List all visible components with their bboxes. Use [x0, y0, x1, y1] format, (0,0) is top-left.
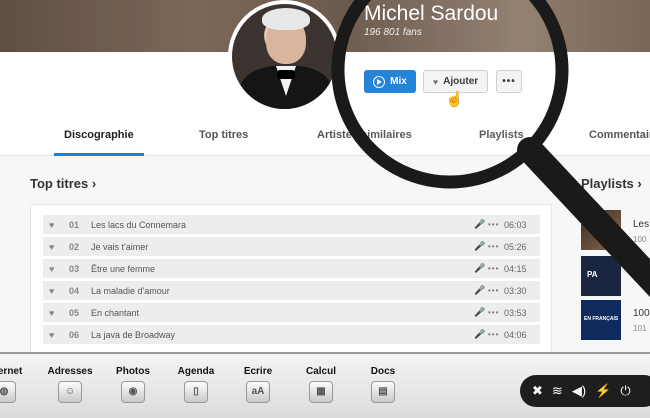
playlists-heading[interactable]: Playlists › — [581, 176, 642, 191]
track-row[interactable]: ♥ 03 Être une femme 🎤 ••• 04:15 — [43, 259, 540, 278]
text-icon: aA — [246, 381, 270, 403]
top-titles-list: ♥ 01 Les lacs du Connemara 🎤 ••• 06:03 ♥… — [30, 204, 552, 356]
camera-icon: ◉ — [121, 381, 145, 403]
track-title[interactable]: La java de Broadway — [91, 330, 474, 340]
taskbar-label: Agenda — [177, 366, 215, 377]
battery-charging-icon[interactable]: ⚡ — [595, 383, 611, 399]
heart-icon[interactable]: ♥ — [49, 264, 63, 274]
lyrics-mic-icon[interactable]: 🎤 — [474, 219, 488, 230]
track-row[interactable]: ♥ 01 Les lacs du Connemara 🎤 ••• 06:03 — [43, 215, 540, 234]
lyrics-mic-icon[interactable]: 🎤 — [474, 263, 488, 274]
track-duration: 06:03 — [504, 219, 527, 230]
taskbar-calcul[interactable]: Calcul ▦ — [291, 366, 351, 403]
tab-commentaires[interactable]: Commentaires — [589, 129, 650, 141]
track-duration: 04:15 — [504, 263, 527, 274]
taskbar-label: Calcul — [305, 366, 336, 377]
track-title[interactable]: Je vais t'aimer — [91, 242, 474, 252]
track-number: 01 — [69, 219, 80, 230]
contacts-icon: ☺ — [58, 381, 82, 403]
more-options-button[interactable]: ••• — [496, 70, 522, 93]
track-row[interactable]: ♥ 06 La java de Broadway 🎤 ••• 04:06 — [43, 325, 540, 344]
track-number: 03 — [69, 263, 80, 274]
calculator-icon: ▦ — [309, 381, 333, 403]
tools-icon[interactable]: ✖ — [532, 383, 543, 399]
artist-name: Michel Sardou — [364, 2, 499, 25]
book-icon: ▯ — [184, 381, 208, 403]
heart-icon[interactable]: ♥ — [49, 220, 63, 230]
playlist-title[interactable]: Les — [633, 219, 649, 230]
taskbar-ecrire[interactable]: Ecrire aA — [228, 366, 288, 403]
playlist-title[interactable]: 100 — [633, 308, 650, 319]
track-more-icon[interactable]: ••• — [488, 220, 504, 229]
track-duration: 04:06 — [504, 329, 527, 340]
heart-icon[interactable]: ♥ — [49, 308, 63, 318]
add-label: Ajouter — [443, 76, 479, 87]
track-number: 02 — [69, 241, 80, 252]
track-more-icon[interactable]: ••• — [488, 286, 504, 295]
playlist-thumbnail[interactable]: EN FRANÇAIS — [581, 300, 621, 340]
taskbar-label: Adresses — [47, 366, 93, 377]
globe-icon: ◍ — [0, 381, 16, 403]
top-titles-heading[interactable]: Top titres › — [30, 176, 96, 191]
taskbar-agenda[interactable]: Agenda ▯ — [166, 366, 226, 403]
taskbar-photos[interactable]: Photos ◉ — [103, 366, 163, 403]
mix-label: Mix — [390, 76, 407, 87]
tab-top-titres[interactable]: Top titres — [199, 129, 248, 141]
power-icon[interactable]: ⏻ — [620, 383, 630, 399]
taskbar-label: Internet — [0, 366, 23, 377]
playlist-thumb-text: PA — [587, 270, 598, 279]
hand-cursor-icon: ☝ — [445, 91, 464, 108]
track-row[interactable]: ♥ 05 En chantant 🎤 ••• 03:53 — [43, 303, 540, 322]
track-more-icon[interactable]: ••• — [488, 242, 504, 251]
mix-button[interactable]: Mix — [364, 70, 416, 93]
heart-icon: ♥ — [432, 76, 439, 87]
tab-discographie[interactable]: Discographie — [64, 129, 134, 141]
playlist-subtitle: 101 — [633, 324, 647, 333]
main-content: Top titres › ♥ 01 Les lacs du Connemara … — [0, 156, 650, 356]
fan-count: 196 801 fans — [364, 27, 422, 38]
taskbar-adresses[interactable]: Adresses ☺ — [40, 366, 100, 403]
heart-icon[interactable]: ♥ — [49, 330, 63, 340]
play-circle-icon — [373, 75, 386, 88]
lyrics-mic-icon[interactable]: 🎤 — [474, 241, 488, 252]
document-icon: ▤ — [371, 381, 395, 403]
tab-artistes-similaires[interactable]: Artistes similaires — [317, 129, 412, 141]
lyrics-mic-icon[interactable]: 🎤 — [474, 307, 488, 318]
track-row[interactable]: ♥ 04 La maladie d'amour 🎤 ••• 03:30 — [43, 281, 540, 300]
track-duration: 05:26 — [504, 241, 527, 252]
artist-tabs: Discographie Top titres Artistes similai… — [0, 120, 650, 156]
wifi-icon[interactable]: ≋ — [552, 383, 563, 399]
artist-avatar — [228, 0, 341, 113]
more-dots-icon: ••• — [502, 76, 516, 87]
track-more-icon[interactable]: ••• — [488, 264, 504, 273]
track-row[interactable]: ♥ 02 Je vais t'aimer 🎤 ••• 05:26 — [43, 237, 540, 256]
track-number: 06 — [69, 329, 80, 340]
playlist-thumbnail[interactable]: PA — [581, 256, 621, 296]
track-number: 04 — [69, 285, 80, 296]
track-duration: 03:53 — [504, 307, 527, 318]
system-tray: ✖ ≋ ◀) ⚡ ⏻ — [520, 375, 650, 407]
lyrics-mic-icon[interactable]: 🎤 — [474, 285, 488, 296]
track-title[interactable]: Les lacs du Connemara — [91, 220, 474, 230]
taskbar-label: Photos — [116, 366, 150, 377]
taskbar-label: Ecrire — [243, 366, 273, 377]
taskbar-label: Docs — [370, 366, 396, 377]
lyrics-mic-icon[interactable]: 🎤 — [474, 329, 488, 340]
tab-playlists[interactable]: Playlists — [479, 129, 524, 141]
track-title[interactable]: Être une femme — [91, 264, 474, 274]
track-more-icon[interactable]: ••• — [488, 330, 504, 339]
taskbar-docs[interactable]: Docs ▤ — [353, 366, 413, 403]
playlist-thumb-text: EN FRANÇAIS — [584, 316, 619, 322]
track-title[interactable]: La maladie d'amour — [91, 286, 474, 296]
track-more-icon[interactable]: ••• — [488, 308, 504, 317]
playlist-subtitle: 100 — [633, 235, 647, 244]
track-title[interactable]: En chantant — [91, 308, 474, 318]
track-number: 05 — [69, 307, 80, 318]
heart-icon[interactable]: ♥ — [49, 286, 63, 296]
volume-icon[interactable]: ◀) — [572, 383, 586, 399]
taskbar-internet[interactable]: Internet ◍ — [0, 366, 34, 403]
heart-icon[interactable]: ♥ — [49, 242, 63, 252]
playlist-thumbnail[interactable] — [581, 210, 621, 250]
track-duration: 03:30 — [504, 285, 527, 296]
